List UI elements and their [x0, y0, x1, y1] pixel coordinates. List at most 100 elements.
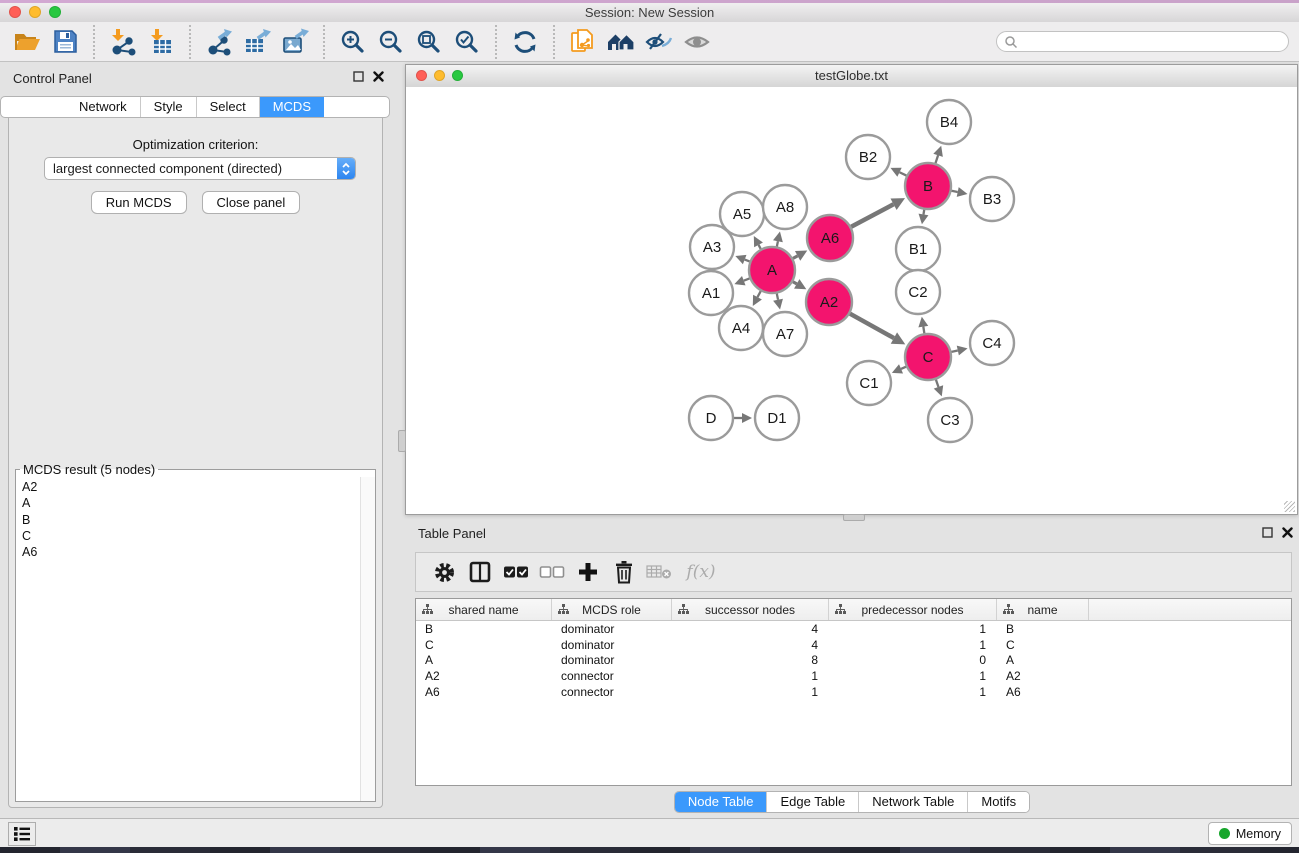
node-A8[interactable]: A8	[763, 185, 807, 229]
cell-mcds-role[interactable]: dominator	[552, 638, 672, 652]
memory-button[interactable]: Memory	[1208, 822, 1292, 845]
edge-A-A6[interactable]	[793, 251, 807, 261]
splitter-handle-vertical[interactable]	[398, 430, 406, 452]
network-window-titlebar[interactable]: testGlobe.txt	[406, 65, 1297, 88]
cell-name[interactable]: A6	[997, 685, 1089, 699]
import-network-button[interactable]	[106, 25, 140, 59]
edge-A-A4[interactable]	[753, 291, 762, 306]
cell-mcds-role[interactable]: dominator	[552, 622, 672, 636]
tab-style[interactable]: Style	[140, 97, 196, 117]
close-panel-button[interactable]: Close panel	[202, 191, 301, 214]
cell-shared-name[interactable]: A	[416, 653, 552, 667]
column-header-predecessor-nodes[interactable]: predecessor nodes	[829, 599, 997, 620]
column-header-successor-nodes[interactable]: successor nodes	[672, 599, 829, 620]
table-tab-motifs[interactable]: Motifs	[967, 792, 1029, 812]
edge-B-B3[interactable]	[952, 187, 968, 197]
edge-C-C3[interactable]	[934, 380, 943, 397]
mcds-result-item[interactable]: A6	[22, 544, 360, 560]
cell-mcds-role[interactable]: dominator	[552, 653, 672, 667]
zoom-out-button[interactable]	[374, 25, 408, 59]
table-row-a2[interactable]: A2connector11A2	[416, 668, 1291, 684]
edge-B-B2[interactable]	[891, 168, 907, 177]
cell-predecessor-nodes[interactable]: 0	[829, 653, 997, 667]
edge-C-C4[interactable]	[951, 346, 967, 356]
cell-shared-name[interactable]: C	[416, 638, 552, 652]
save-session-button[interactable]	[48, 25, 82, 59]
node-A[interactable]: A	[749, 247, 795, 293]
node-C3[interactable]: C3	[928, 398, 972, 442]
node-C4[interactable]: C4	[970, 321, 1014, 365]
search-input[interactable]	[1022, 33, 1288, 51]
network-canvas[interactable]: AA1A2A3A4A5A6A7A8BB1B2B3B4CC1C2C3C4DD1	[406, 87, 1297, 514]
clone-network-button[interactable]	[566, 25, 600, 59]
add-column-button[interactable]	[571, 557, 605, 587]
cell-name[interactable]: B	[997, 622, 1089, 636]
zoom-fit-button[interactable]	[412, 25, 446, 59]
cell-shared-name[interactable]: A6	[416, 685, 552, 699]
criterion-dropdown[interactable]: largest connected component (directed)	[44, 157, 356, 180]
zoom-in-button[interactable]	[336, 25, 370, 59]
resize-grip[interactable]	[1284, 501, 1295, 512]
table-row-a6[interactable]: A6connector11A6	[416, 684, 1291, 700]
edge-B-B1[interactable]	[919, 210, 929, 225]
node-A5[interactable]: A5	[720, 192, 764, 236]
node-C1[interactable]: C1	[847, 361, 891, 405]
function-builder-button[interactable]: f(x)	[679, 557, 723, 587]
hide-selected-button[interactable]	[642, 25, 676, 59]
edge-A-A7[interactable]	[773, 294, 783, 310]
node-C2[interactable]: C2	[896, 270, 940, 314]
table-row-c[interactable]: Cdominator41C	[416, 637, 1291, 653]
cell-name[interactable]: A	[997, 653, 1089, 667]
edge-A-A3[interactable]	[735, 255, 749, 264]
node-A4[interactable]: A4	[719, 306, 763, 350]
close-panel-icon[interactable]	[373, 71, 384, 82]
mcds-result-item[interactable]: C	[22, 528, 360, 544]
export-network-button[interactable]	[202, 25, 236, 59]
select-all-button[interactable]	[499, 557, 533, 587]
cell-successor-nodes[interactable]: 8	[672, 653, 829, 667]
cell-successor-nodes[interactable]: 1	[672, 685, 829, 699]
mcds-result-item[interactable]: B	[22, 512, 360, 528]
node-D1[interactable]: D1	[755, 396, 799, 440]
cell-mcds-role[interactable]: connector	[552, 685, 672, 699]
export-image-button[interactable]	[278, 25, 312, 59]
cell-predecessor-nodes[interactable]: 1	[829, 622, 997, 636]
close-panel-icon[interactable]	[1282, 527, 1293, 538]
tab-select[interactable]: Select	[196, 97, 259, 117]
home-views-button[interactable]	[604, 25, 638, 59]
float-panel-icon[interactable]	[1262, 527, 1273, 538]
edge-C-C2[interactable]	[918, 317, 928, 334]
cell-mcds-role[interactable]: connector	[552, 669, 672, 683]
edge-C-C1[interactable]	[892, 364, 906, 373]
tab-network[interactable]: Network	[66, 97, 140, 117]
column-header-shared-name[interactable]: shared name	[416, 599, 552, 620]
cell-successor-nodes[interactable]: 4	[672, 638, 829, 652]
table-row-a[interactable]: Adominator80A	[416, 653, 1291, 669]
node-D[interactable]: D	[689, 396, 733, 440]
table-tab-network-table[interactable]: Network Table	[858, 792, 967, 812]
deselect-all-button[interactable]	[535, 557, 569, 587]
delete-table-button[interactable]	[643, 557, 677, 587]
mcds-result-item[interactable]: A2	[22, 479, 360, 495]
edge-D-D1[interactable]	[734, 413, 752, 423]
edge-A-A2[interactable]	[793, 279, 806, 289]
edge-B-B4[interactable]	[933, 146, 943, 163]
edge-A6-B[interactable]	[851, 198, 905, 227]
export-table-button[interactable]	[240, 25, 274, 59]
edge-A-A8[interactable]	[773, 231, 783, 246]
task-history-button[interactable]	[8, 822, 36, 846]
column-visibility-button[interactable]	[463, 557, 497, 587]
open-session-button[interactable]	[10, 25, 44, 59]
column-header-mcds-role[interactable]: MCDS role	[552, 599, 672, 620]
table-tab-node-table[interactable]: Node Table	[675, 792, 767, 812]
table-settings-button[interactable]	[427, 557, 461, 587]
node-A1[interactable]: A1	[689, 271, 733, 315]
table-tab-edge-table[interactable]: Edge Table	[766, 792, 858, 812]
cell-shared-name[interactable]: B	[416, 622, 552, 636]
toolbar-search-field[interactable]	[996, 31, 1289, 52]
node-B1[interactable]: B1	[896, 227, 940, 271]
tab-mcds[interactable]: MCDS	[259, 97, 324, 117]
table-row-b[interactable]: Bdominator41B	[416, 621, 1291, 637]
node-C[interactable]: C	[905, 334, 951, 380]
node-B[interactable]: B	[905, 163, 951, 209]
